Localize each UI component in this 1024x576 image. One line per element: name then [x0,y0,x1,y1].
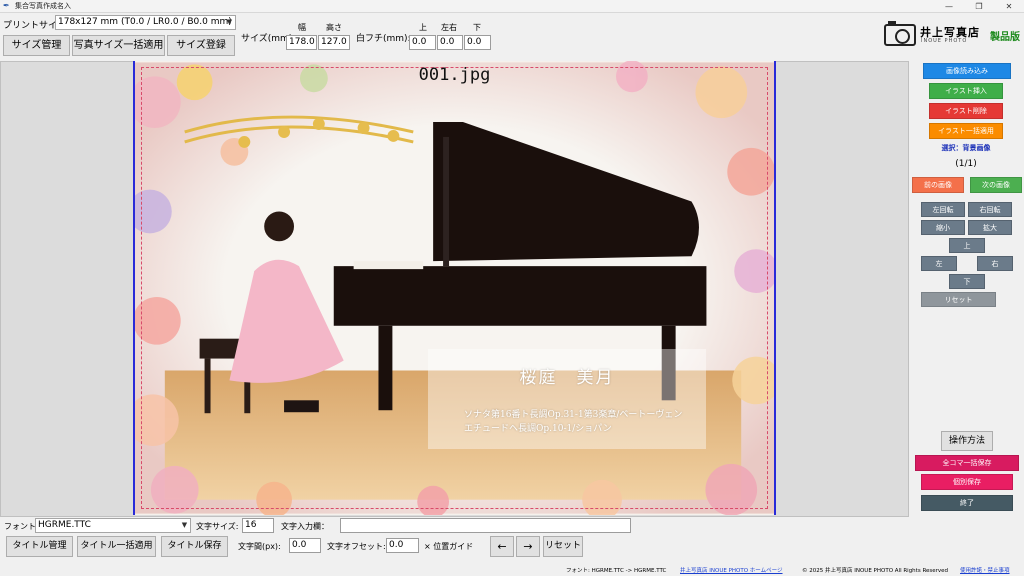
delete-illust-button[interactable]: イラスト削除 [929,103,1003,119]
height-label: 高さ [326,23,342,32]
edition-label: 製品版 [990,32,1020,43]
save-all-button[interactable]: 全コマ一括保存 [915,455,1019,471]
window-controls: — ❐ ✕ [934,0,1024,13]
shop-logo: 井上写真店 INOUE PHOTO [884,21,980,48]
border-top-field[interactable]: 0.0 [409,35,436,50]
position-guide-toggle[interactable]: × 位置ガイド [424,541,473,552]
page-indicator: (1/1) [955,159,977,169]
shrink-button[interactable]: 縮小 [921,220,965,235]
font-label: フォント: [4,522,39,531]
text-reset-button[interactable]: リセット [543,536,583,557]
char-spacing-field[interactable]: 0.0 [289,538,321,553]
homepage-link[interactable]: 井上写真店 INOUE PHOTO ホームページ [680,566,783,574]
title-bulk-apply-button[interactable]: タイトル一括適用 [77,536,156,557]
text-input-field[interactable] [340,518,631,533]
size-register-button[interactable]: サイズ登録 [167,35,235,56]
maximize-icon[interactable]: ❐ [964,0,994,13]
bulk-illust-button[interactable]: イラスト一括適用 [929,123,1003,139]
shop-subname: INOUE PHOTO [921,38,968,44]
chevron-down-icon: ▼ [226,18,233,26]
move-right-button[interactable]: 右 [977,256,1013,271]
text-input-label: 文字入力欄： [281,522,329,531]
camera-icon [884,21,916,46]
text-offset-label: 文字オフセット: [327,542,386,551]
border-top-label: 上 [419,23,427,32]
arrow-right-button[interactable]: → [516,536,540,557]
window-title: 集合写真作成名入 [15,2,71,10]
caption-line-1: ソナタ第16番ト長調Op.31-1第3楽章/ベートーヴェン [464,410,683,420]
move-down-button[interactable]: 下 [949,274,985,289]
person-name: 桜庭 美月 [519,368,615,388]
arrow-left-button[interactable]: ← [490,536,514,557]
border-lr-label: 左右 [441,23,457,32]
photo-preview[interactable]: 001.jpg 桜庭 美月 ソナタ第16番ト長調Op.31-1第3楽章/ベートー… [133,61,776,515]
border-lr-field[interactable]: 0.0 [437,35,463,50]
size-manage-button[interactable]: サイズ管理 [3,35,70,56]
status-bar: フォント: HGRME.TTC -> HGRME.TTC 井上写真店 INOUE… [0,564,1024,576]
move-left-button[interactable]: 左 [921,256,957,271]
name-text-box[interactable]: 桜庭 美月 ソナタ第16番ト長調Op.31-1第3楽章/ベートーヴェン エチュー… [428,349,706,449]
window-title-bar: ✒ 集合写真作成名入 — ❐ ✕ [0,0,1024,13]
rotate-left-button[interactable]: 左回転 [921,202,965,217]
exit-button[interactable]: 終了 [921,495,1013,511]
next-image-button[interactable]: 次の画像 [970,177,1022,193]
title-save-button[interactable]: タイトル保存 [161,536,228,557]
save-each-button[interactable]: 個別保存 [921,474,1013,490]
font-info: フォント: HGRME.TTC -> HGRME.TTC [566,568,667,574]
load-image-button[interactable]: 画像読み込み [923,63,1011,79]
print-size-value: 178x127 mm (T0.0 / LR0.0 / B0.0 mm) [58,17,232,27]
close-icon[interactable]: ✕ [994,0,1024,13]
text-offset-field[interactable]: 0.0 [386,538,419,553]
bulk-apply-size-button[interactable]: 写真サイズ一括適用 [72,35,165,56]
border-bottom-label: 下 [473,23,481,32]
font-size-field[interactable]: 16 [242,518,274,533]
app-feather-icon: ✒ [3,1,10,10]
width-field[interactable]: 178.0 [286,35,317,50]
insert-illust-button[interactable]: イラスト挿入 [929,83,1003,99]
chevron-down-icon: ▼ [181,521,188,529]
enlarge-button[interactable]: 拡大 [968,220,1012,235]
print-size-select[interactable]: 178x127 mm (T0.0 / LR0.0 / B0.0 mm) ▼ [55,15,236,30]
rotate-right-button[interactable]: 右回転 [968,202,1012,217]
font-size-label: 文字サイズ: [196,522,239,531]
selection-label: 選択：背景画像 [941,144,991,152]
border-bottom-field[interactable]: 0.0 [464,35,491,50]
char-spacing-label: 文字間(px): [238,542,281,551]
prev-image-button[interactable]: 前の画像 [912,177,964,193]
width-label: 幅 [298,23,306,32]
move-up-button[interactable]: 上 [949,238,985,253]
title-manage-button[interactable]: タイトル管理 [6,536,73,557]
minimize-icon[interactable]: — [934,0,964,13]
photo-filename: 001.jpg [418,65,491,85]
caption-line-2: エチュードヘ長調Op.10-1/ショパン [464,424,612,434]
border-mm-label: 白フチ(mm): [356,34,411,44]
howto-button[interactable]: 操作方法 [941,431,993,451]
reset-transform-button[interactable]: リセット [921,292,996,307]
font-select[interactable]: HGRME.TTC ▼ [35,518,191,533]
height-field[interactable]: 127.0 [318,35,350,50]
copyright-text: © 2025 井上写真店 INOUE PHOTO All Rights Rese… [802,568,949,574]
terms-link[interactable]: 使用許諾・禁止事項 [960,566,1010,574]
font-value: HGRME.TTC [38,520,91,530]
